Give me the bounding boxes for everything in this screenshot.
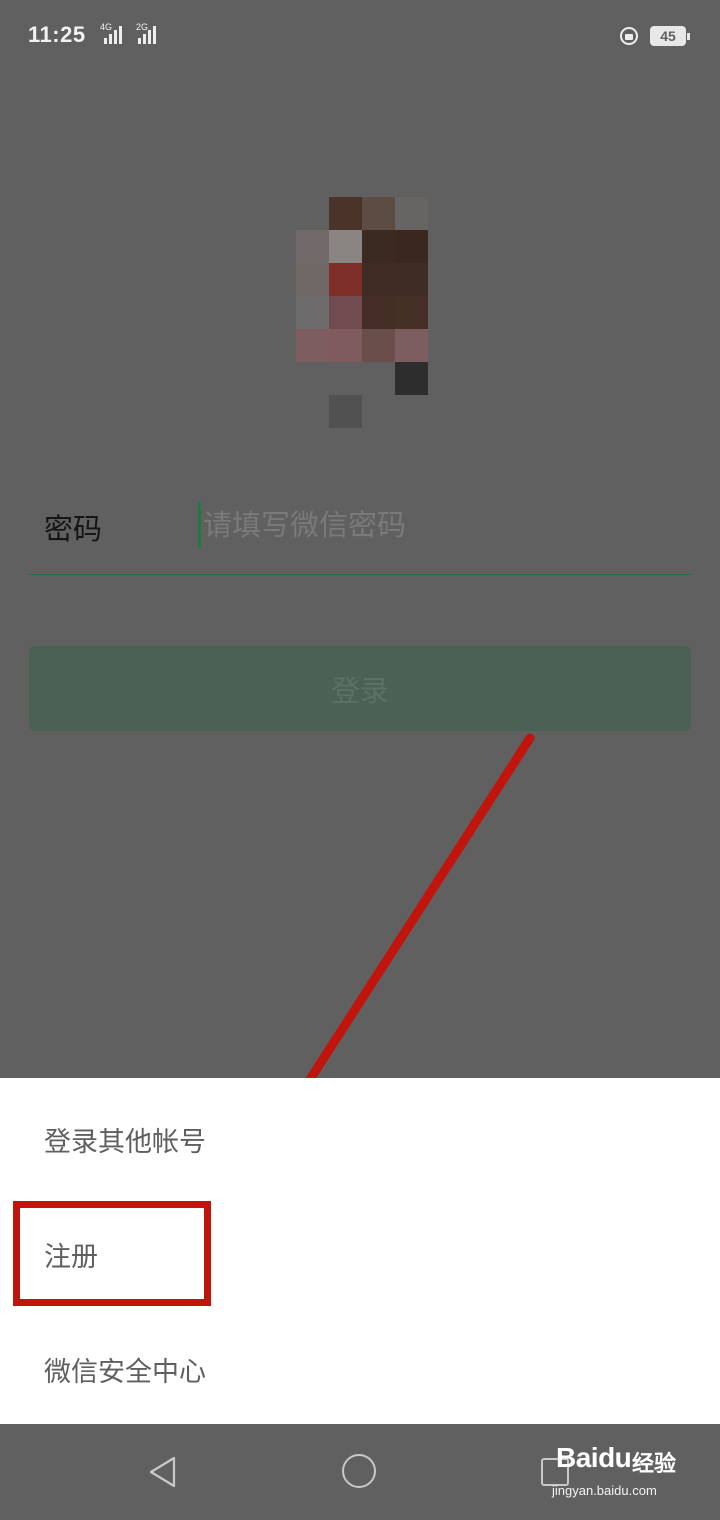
password-label: 密码 [44, 512, 103, 546]
rotation-lock-icon [620, 27, 638, 45]
wechat-security-center-item[interactable]: 微信安全中心 [44, 1350, 206, 1389]
status-bar: 11:25 4G 2G 45 [0, 0, 720, 72]
back-icon[interactable] [148, 1456, 180, 1488]
annotation-highlight-box [13, 1201, 211, 1306]
baidu-jingyan-label: 经验 [632, 1452, 677, 1477]
battery-indicator: 45 [650, 26, 690, 46]
password-input[interactable] [198, 502, 685, 548]
signal-2g-icon: 2G [136, 22, 156, 44]
login-other-account-item[interactable]: 登录其他帐号 [44, 1120, 206, 1159]
login-button[interactable]: 登录 [29, 646, 691, 731]
baidu-logo: Baidu [556, 1442, 632, 1473]
status-time: 11:25 [28, 22, 86, 47]
network-type-label: 2G [136, 22, 149, 32]
signal-4g-icon: 4G [100, 22, 122, 44]
home-icon[interactable] [342, 1454, 376, 1488]
password-row: 密码 [28, 490, 692, 575]
network-type-label: 4G [100, 22, 113, 32]
watermark-url: jingyan.baidu.com [552, 1483, 657, 1498]
avatar [296, 197, 432, 429]
baidu-watermark: Baidu 经验 jingyan.baidu.com [548, 1442, 698, 1506]
